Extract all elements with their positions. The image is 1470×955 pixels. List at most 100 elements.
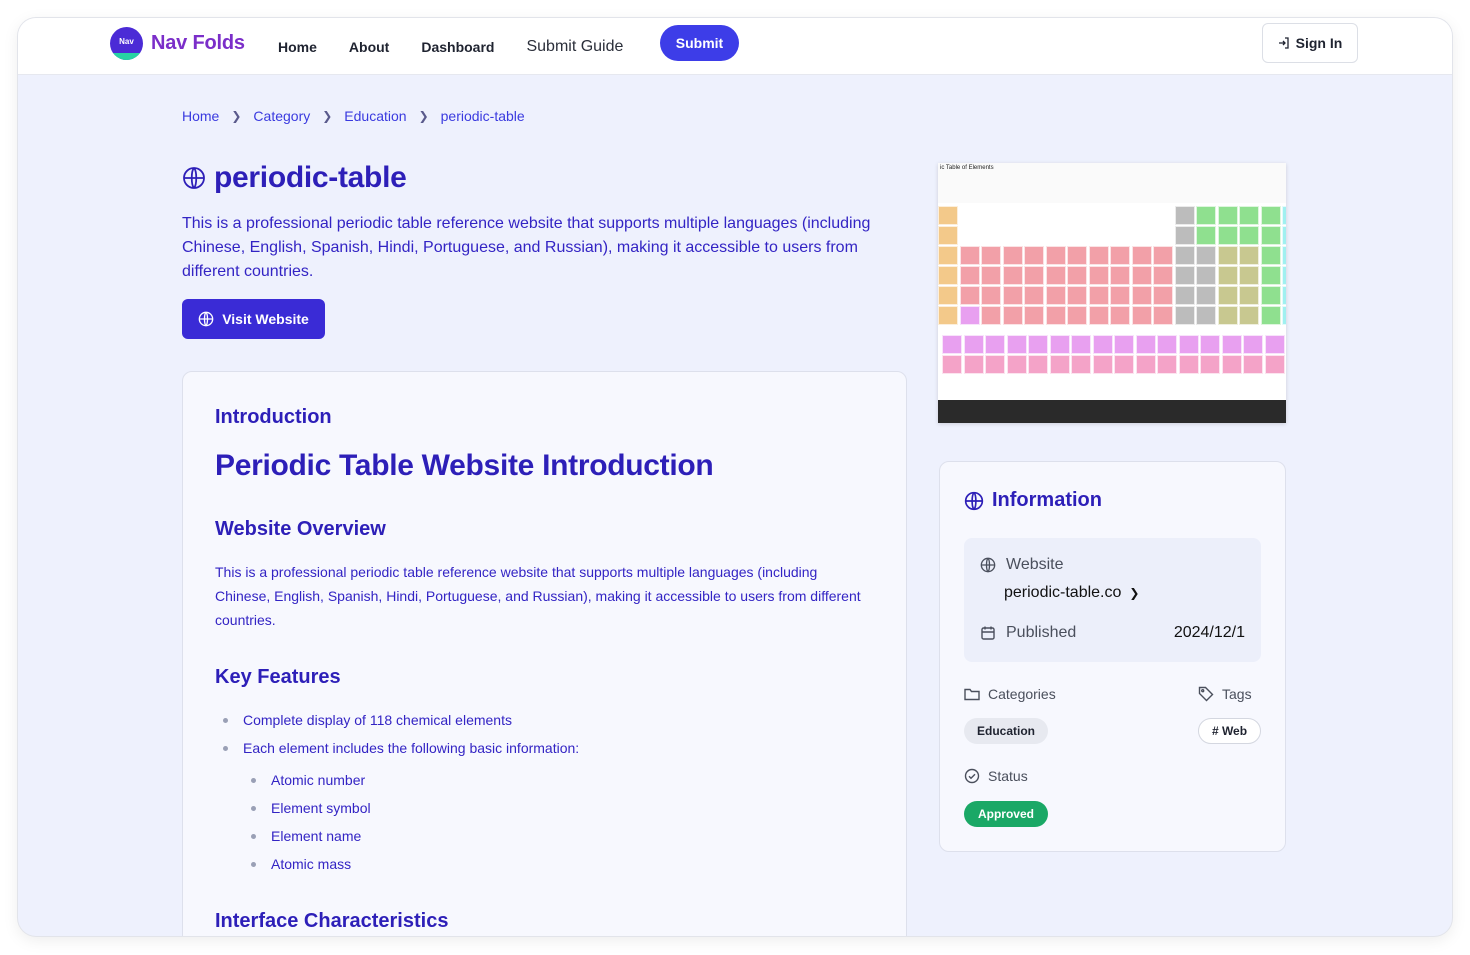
preview-element-cell <box>959 246 980 265</box>
preview-element-cell <box>1153 286 1173 305</box>
preview-element-cell <box>1114 335 1135 354</box>
sign-in-button[interactable]: Sign In <box>1262 23 1358 63</box>
nav-submit-guide[interactable]: Submit Guide <box>526 38 623 56</box>
preview-element-cell <box>1067 306 1087 325</box>
preview-element-cell <box>1282 246 1286 265</box>
article-heading: Periodic Table Website Introduction <box>215 449 714 482</box>
info-details-box: Website periodic-table.co ❯ Published 20… <box>964 538 1261 662</box>
preview-element-cell <box>1196 226 1216 245</box>
preview-element-cell <box>1174 306 1195 325</box>
information-title: Information <box>964 489 1102 512</box>
preview-element-cell <box>1174 286 1195 305</box>
preview-element-cell <box>938 226 958 245</box>
website-preview-image[interactable]: ic Table of Elements <box>938 163 1286 423</box>
website-value: periodic-table.co <box>1004 584 1122 601</box>
tag-chip[interactable]: # Web <box>1198 718 1261 744</box>
nav-about[interactable]: About <box>349 39 389 55</box>
preview-element-cell <box>1028 335 1049 354</box>
submit-button[interactable]: Submit <box>660 25 739 61</box>
globe-icon <box>964 491 984 510</box>
preview-element-cell <box>1002 266 1023 285</box>
preview-element-cell <box>1114 355 1135 374</box>
preview-element-cell <box>1110 306 1130 325</box>
overview-text: This is a professional periodic table re… <box>215 564 861 628</box>
preview-element-cell <box>1196 206 1216 225</box>
preview-element-cell <box>1067 246 1087 265</box>
preview-element-cell <box>1024 246 1044 265</box>
preview-element-cell <box>1153 266 1173 285</box>
website-link[interactable]: periodic-table.co ❯ <box>1004 584 1139 602</box>
preview-element-cell <box>1110 286 1130 305</box>
preview-element-cell <box>1131 246 1152 265</box>
preview-element-cell <box>1217 226 1238 245</box>
breadcrumb-category[interactable]: Category <box>253 108 310 124</box>
preview-element-cell <box>1217 286 1238 305</box>
features-list: Complete display of 118 chemical element… <box>222 710 579 766</box>
preview-element-cell <box>1260 226 1281 245</box>
visit-website-button[interactable]: Visit Website <box>182 299 325 339</box>
preview-element-cell <box>1217 246 1238 265</box>
preview-element-cell <box>1217 266 1238 285</box>
sign-in-label: Sign In <box>1295 35 1343 51</box>
interface-heading: Interface Characteristics <box>215 910 449 932</box>
preview-element-cell <box>1243 335 1264 354</box>
preview-element-cell <box>1024 286 1044 305</box>
website-row: Website <box>980 556 1064 574</box>
preview-element-cell <box>938 246 958 265</box>
preview-element-cell <box>1264 335 1285 354</box>
page-title: periodic-table <box>214 161 407 194</box>
preview-element-cell <box>1153 246 1173 265</box>
logo[interactable]: Nav Nav Folds <box>110 27 245 60</box>
preview-element-cell <box>938 206 958 225</box>
information-title-text: Information <box>992 489 1102 511</box>
brand-name: Nav Folds <box>151 32 245 54</box>
preview-element-cell <box>1045 306 1066 325</box>
breadcrumb-education[interactable]: Education <box>344 108 406 124</box>
preview-element-cell <box>1196 306 1216 325</box>
preview-element-cell <box>1221 335 1242 354</box>
folder-icon <box>964 688 980 701</box>
preview-element-cell <box>1131 286 1152 305</box>
preview-element-cell <box>1239 226 1259 245</box>
preview-element-cell <box>1088 286 1109 305</box>
chevron-right-icon: ❯ <box>322 109 333 123</box>
status-badge: Approved <box>964 801 1048 827</box>
page-title-row: periodic-table <box>182 161 407 195</box>
preview-element-cell <box>959 306 980 325</box>
preview-element-cell <box>1217 206 1238 225</box>
top-navbar: Nav Nav Folds Home About Dashboard Submi… <box>18 18 1452 75</box>
breadcrumb: Home ❯ Category ❯ Education ❯ periodic-t… <box>182 108 525 124</box>
preview-element-cell <box>1045 286 1066 305</box>
preview-element-cell <box>1157 355 1178 374</box>
preview-caption: ic Table of Elements <box>940 165 994 171</box>
preview-element-cell <box>1067 286 1087 305</box>
preview-element-cell <box>1135 355 1156 374</box>
status-label: Status <box>964 768 1028 784</box>
preview-element-cell <box>1200 355 1221 374</box>
preview-element-cell <box>938 266 958 285</box>
preview-element-cell <box>981 266 1001 285</box>
preview-element-cell <box>1174 226 1195 245</box>
list-item: Element symbol <box>251 798 371 826</box>
nav-dashboard[interactable]: Dashboard <box>421 39 494 55</box>
preview-element-cell <box>1024 266 1044 285</box>
published-row: Published <box>980 624 1076 642</box>
preview-element-cell <box>942 355 963 374</box>
published-value: 2024/12/1 <box>1173 624 1245 641</box>
category-chip[interactable]: Education <box>964 718 1048 744</box>
preview-element-cell <box>1239 206 1259 225</box>
preview-element-cell <box>1196 286 1216 305</box>
preview-element-cell <box>1071 335 1092 354</box>
preview-element-cell <box>1088 266 1109 285</box>
breadcrumb-home[interactable]: Home <box>182 108 219 124</box>
preview-element-cell <box>981 246 1001 265</box>
preview-element-cell <box>1260 306 1281 325</box>
preview-element-cell <box>1260 206 1281 225</box>
preview-element-cell <box>1131 306 1152 325</box>
features-heading: Key Features <box>215 666 341 688</box>
nav-home[interactable]: Home <box>278 39 317 55</box>
preview-element-cell <box>1239 286 1259 305</box>
chevron-right-icon: ❯ <box>231 109 242 123</box>
preview-element-cell <box>985 355 1006 374</box>
preview-element-cell <box>1178 355 1199 374</box>
